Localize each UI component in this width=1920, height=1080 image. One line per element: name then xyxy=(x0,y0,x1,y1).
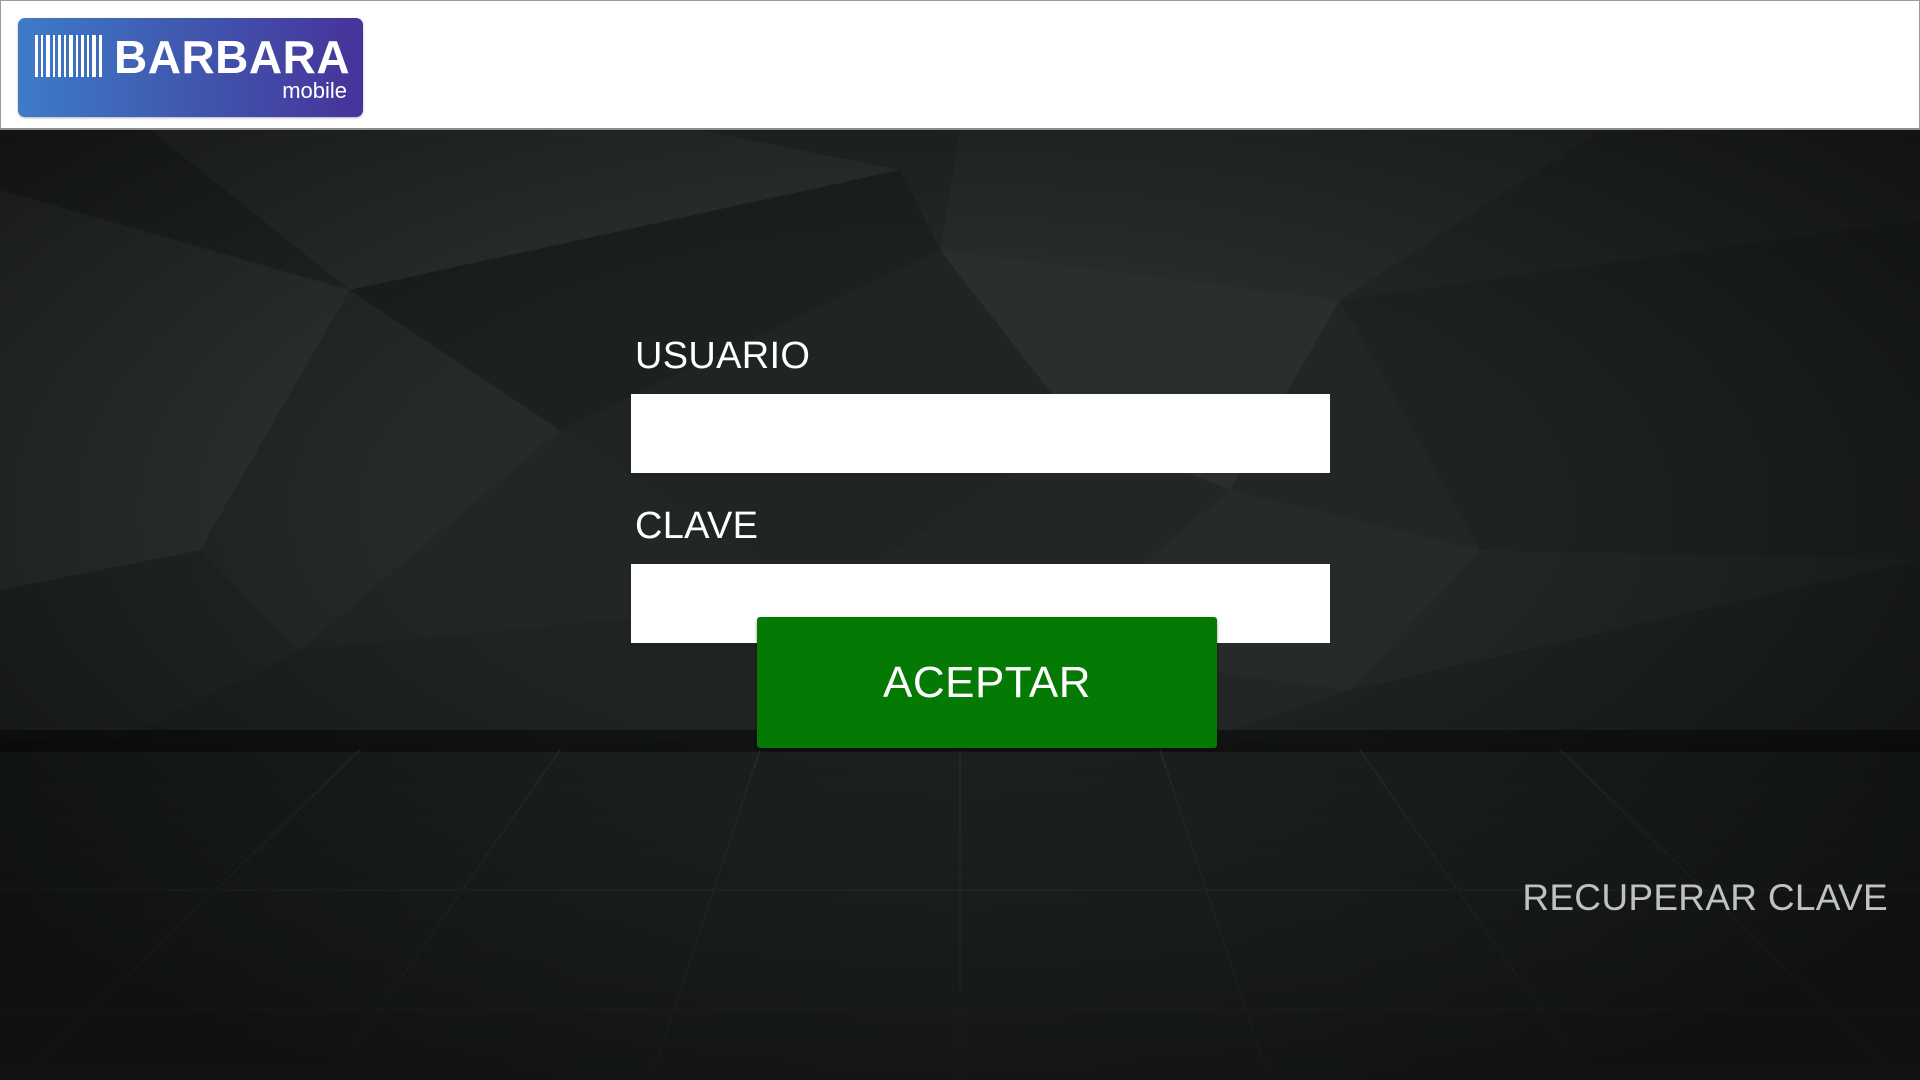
password-label: CLAVE xyxy=(635,505,759,547)
username-label: USUARIO xyxy=(635,335,811,377)
logo-title: BARBARA xyxy=(114,31,351,83)
username-input[interactable] xyxy=(631,394,1330,473)
app-header: BARBARA mobile xyxy=(0,0,1920,130)
accept-button[interactable]: ACEPTAR xyxy=(757,617,1217,748)
barcode-icon xyxy=(35,35,102,77)
app-logo: BARBARA mobile xyxy=(18,18,363,117)
logo-subtitle: mobile xyxy=(282,78,347,103)
recover-password-link[interactable]: RECUPERAR CLAVE xyxy=(1522,876,1888,920)
